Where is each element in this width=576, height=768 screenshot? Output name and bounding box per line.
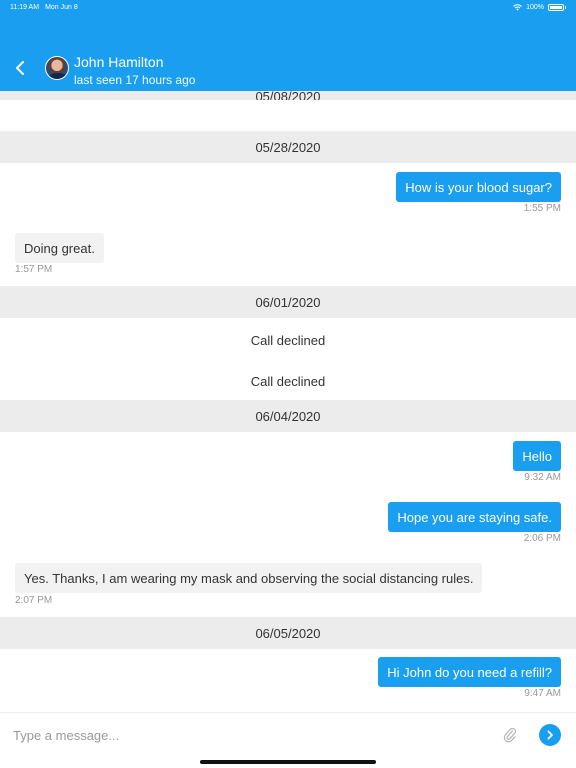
- message-bubble-outgoing[interactable]: Hello: [513, 441, 561, 471]
- message-bubble-outgoing[interactable]: Hope you are staying safe.: [388, 502, 561, 532]
- send-button[interactable]: [539, 724, 561, 746]
- battery-percent: 100%: [526, 3, 544, 11]
- message-composer: [0, 712, 576, 756]
- message-time: 1:57 PM: [15, 264, 53, 275]
- status-date: Mon Jun 8: [45, 3, 78, 11]
- home-indicator[interactable]: [200, 760, 376, 764]
- message-time: 2:07 PM: [15, 595, 53, 606]
- message-list[interactable]: 05/08/2020 05/28/2020 How is your blood …: [0, 91, 576, 712]
- message-time: 1:55 PM: [523, 203, 561, 214]
- chevron-left-icon[interactable]: [13, 60, 27, 76]
- contact-name[interactable]: John Hamilton: [74, 54, 164, 70]
- paperclip-icon[interactable]: [503, 727, 517, 743]
- message-bubble-outgoing[interactable]: Hi John do you need a refill?: [378, 657, 561, 687]
- message-input[interactable]: [13, 723, 483, 747]
- status-bar: 11:19 AM Mon Jun 8 100%: [0, 0, 576, 14]
- avatar[interactable]: [45, 56, 69, 80]
- message-time: 9:32 AM: [524, 472, 561, 483]
- date-separator: 06/04/2020: [0, 400, 576, 432]
- date-separator: 05/08/2020: [0, 91, 576, 100]
- message-bubble-incoming[interactable]: Doing great.: [15, 233, 104, 263]
- date-separator: 06/05/2020: [0, 617, 576, 649]
- date-separator: 05/28/2020: [0, 131, 576, 163]
- battery-icon: [548, 3, 564, 11]
- chat-header: John Hamilton last seen 17 hours ago: [0, 14, 576, 91]
- status-time: 11:19 AM: [10, 3, 40, 11]
- send-arrow-icon: [547, 730, 553, 740]
- message-time: 9:47 AM: [524, 688, 561, 699]
- message-bubble-incoming[interactable]: Yes. Thanks, I am wearing my mask and ob…: [15, 563, 483, 593]
- message-time: 2:06 PM: [523, 533, 561, 544]
- contact-last-seen: last seen 17 hours ago: [74, 73, 196, 87]
- date-separator: 06/01/2020: [0, 286, 576, 318]
- wifi-icon: [513, 3, 522, 11]
- call-event: Call declined: [250, 333, 326, 348]
- call-event: Call declined: [250, 374, 326, 389]
- message-bubble-outgoing[interactable]: How is your blood sugar?: [396, 172, 561, 202]
